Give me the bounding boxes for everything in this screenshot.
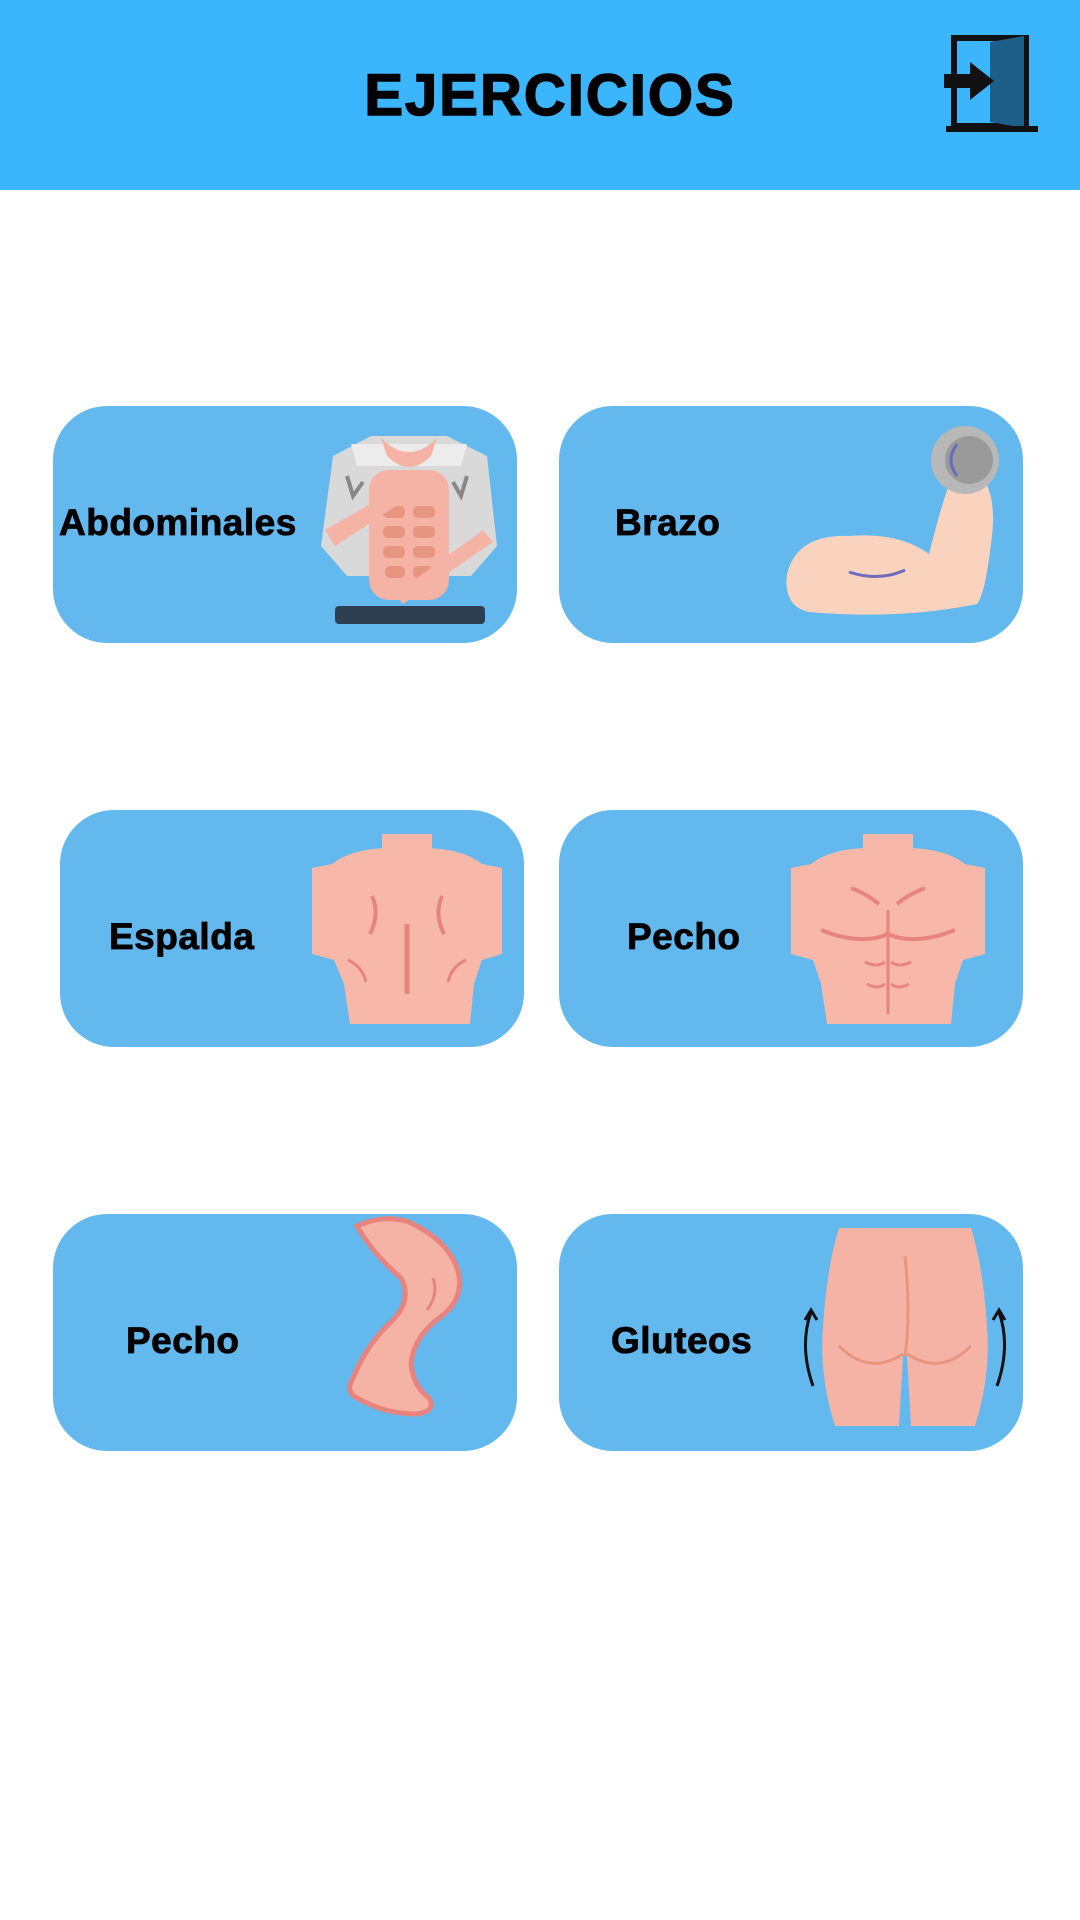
- logout-button[interactable]: [944, 34, 1040, 136]
- card-label: Abdominales: [59, 502, 297, 544]
- card-brazo[interactable]: Brazo: [559, 406, 1023, 643]
- card-pecho[interactable]: Pecho: [559, 810, 1023, 1047]
- abs-torso-icon: [321, 436, 497, 624]
- card-label: Gluteos: [611, 1320, 753, 1362]
- card-abdominales[interactable]: Abdominales: [53, 406, 517, 643]
- card-gluteos[interactable]: Gluteos: [559, 1214, 1023, 1451]
- back-torso-icon: [312, 834, 502, 1024]
- app-header: EJERCICIOS: [0, 0, 1080, 190]
- logout-door-icon: [944, 35, 1038, 132]
- page-title: EJERCICIOS: [364, 62, 736, 129]
- flexed-arm-dumbbell-icon: [786, 426, 999, 615]
- chest-torso-icon: [791, 834, 985, 1024]
- card-pierna[interactable]: Pecho: [53, 1214, 517, 1451]
- card-label: Pecho: [126, 1320, 240, 1362]
- leg-icon: [347, 1216, 463, 1417]
- card-label: Brazo: [615, 502, 721, 544]
- card-label: Espalda: [109, 916, 255, 958]
- card-label: Pecho: [627, 916, 741, 958]
- card-espalda[interactable]: Espalda: [60, 810, 524, 1047]
- glutes-icon: [803, 1228, 1007, 1426]
